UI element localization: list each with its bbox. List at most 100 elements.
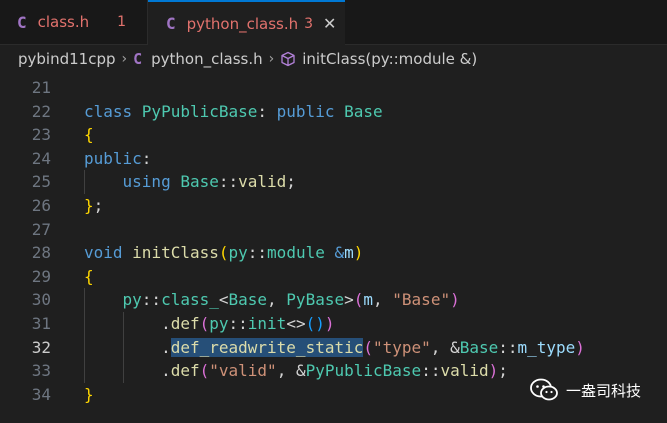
indent-guide: [84, 170, 85, 194]
code-text: {: [84, 123, 94, 147]
code-token: PyPublicBase: [305, 361, 422, 381]
line-number: 23: [31, 125, 51, 145]
breadcrumb-folder[interactable]: pybind11cpp: [18, 50, 116, 68]
code-line[interactable]: 21: [0, 76, 667, 100]
line-number: 33: [31, 361, 51, 381]
line-number: 24: [31, 148, 51, 168]
code-line[interactable]: 23 {: [0, 123, 667, 147]
code-token: >: [344, 290, 354, 310]
code-token: m_type: [517, 337, 576, 357]
code-token: (: [353, 290, 364, 310]
code-token: def_readwrite_static: [170, 337, 364, 357]
code-token: PyBase: [286, 290, 345, 310]
breadcrumb-symbol-label: initClass(py::module &): [302, 50, 478, 68]
c-file-icon: C: [17, 12, 27, 32]
code-token: py: [228, 243, 248, 263]
tab-label: python_class.h: [186, 14, 299, 33]
code-line[interactable]: 32 .def_readwrite_static("type", &Base::…: [0, 336, 667, 360]
code-token: ): [488, 361, 499, 381]
line-number: 28: [31, 243, 51, 263]
breadcrumb-file-label: python_class.h: [151, 50, 263, 68]
code-token: (): [305, 314, 325, 333]
code-token: {: [84, 266, 94, 286]
code-token: .: [161, 361, 171, 381]
tab-python-class-h[interactable]: C python_class.h 3 ✕: [148, 0, 345, 45]
code-line[interactable]: 31 .def(py::init<>()): [0, 312, 667, 336]
code-token: (: [199, 361, 210, 381]
problem-count-badge: 3: [304, 15, 314, 32]
code-text: public:: [84, 147, 151, 171]
line-number: 30: [31, 290, 51, 310]
code-token: ::: [247, 243, 268, 263]
code-token: (: [363, 337, 373, 357]
tab-label: class.h: [37, 13, 90, 31]
code-token: py: [209, 314, 229, 333]
code-token: ::: [421, 361, 441, 381]
code-line[interactable]: 27: [0, 218, 667, 242]
code-token: {: [84, 125, 94, 145]
code-token: ;: [286, 172, 296, 192]
c-file-icon: C: [166, 14, 176, 33]
code-token: ::: [141, 290, 162, 310]
code-token: class_: [161, 290, 219, 310]
code-token: , &: [430, 337, 460, 357]
code-token: def: [170, 361, 200, 381]
code-token: ,: [373, 290, 393, 310]
code-line[interactable]: 22 class PyPublicBase: public Base: [0, 100, 667, 124]
tab-bar: C class.h 1 C python_class.h 3 ✕: [0, 0, 667, 45]
code-token: Base: [459, 337, 499, 357]
breadcrumb-file[interactable]: C python_class.h: [133, 50, 263, 68]
code-token: (: [218, 243, 229, 263]
code-token: "type": [373, 337, 431, 357]
code-text: py::class_<Base, PyBase>(m, "Base"): [84, 288, 460, 312]
watermark-text: 一盎司科技: [566, 381, 642, 400]
code-token: valid: [238, 172, 287, 192]
tab-class-h[interactable]: C class.h 1: [0, 0, 148, 44]
code-line[interactable]: 24 public:: [0, 147, 667, 171]
line-number: 32: [31, 337, 51, 357]
code-token: ): [353, 243, 364, 263]
code-token: PyPublicBase: [141, 101, 258, 121]
code-text: {: [84, 265, 94, 289]
code-token: Base: [228, 290, 268, 310]
code-token: ::: [218, 172, 239, 192]
close-icon[interactable]: ✕: [323, 14, 336, 33]
code-token: ;: [498, 361, 508, 381]
code-line[interactable]: 26};: [0, 194, 667, 218]
code-token: def: [170, 314, 200, 333]
code-token: &: [324, 243, 345, 263]
code-line[interactable]: 30 py::class_<Base, PyBase>(m, "Base"): [0, 288, 667, 312]
code-token: .: [161, 314, 171, 333]
code-token: }: [84, 384, 94, 404]
breadcrumb-symbol[interactable]: initClass(py::module &): [280, 50, 477, 68]
line-number: 25: [31, 172, 51, 192]
code-line[interactable]: 28 void initClass(py::module &m): [0, 241, 667, 265]
line-number: 31: [31, 314, 51, 333]
code-line[interactable]: 29 {: [0, 265, 667, 289]
code-token: init: [247, 314, 287, 333]
problem-count-badge: 1: [117, 14, 127, 30]
code-token: valid: [440, 361, 489, 381]
code-text: class PyPublicBase: public Base: [84, 100, 383, 124]
line-number: 34: [31, 384, 51, 404]
wechat-icon: [530, 378, 558, 401]
code-token: "valid": [209, 361, 277, 381]
chevron-right-icon: ›: [121, 51, 128, 67]
code-token: .: [161, 337, 171, 357]
code-token: }: [84, 196, 94, 215]
line-number: 26: [31, 196, 51, 215]
line-number: 21: [31, 78, 51, 97]
code-token: <: [218, 290, 229, 310]
code-token: :: [257, 101, 277, 121]
code-line[interactable]: 25 using Base::valid;: [0, 170, 667, 194]
code-token: Base: [344, 101, 383, 121]
code-token: using: [122, 172, 181, 192]
indent-guide: [84, 288, 85, 383]
indent-guide: [122, 312, 124, 383]
code-editor[interactable]: 21 22 class PyPublicBase: public Base 23 {24…: [0, 76, 667, 423]
cube-icon: [281, 51, 295, 67]
code-token: ): [575, 337, 585, 357]
code-token: ;: [93, 196, 104, 215]
